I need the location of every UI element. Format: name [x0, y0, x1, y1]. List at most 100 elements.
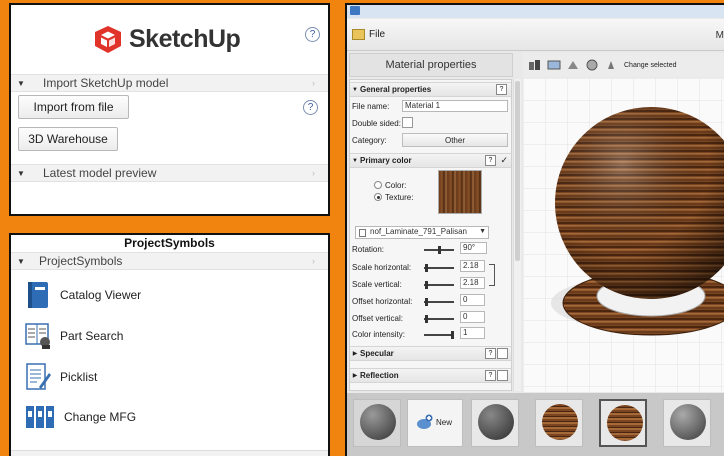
texture-file-name: nof_Laminate_791_Palisan — [370, 227, 467, 236]
section-latest-model-preview[interactable]: ▼ Latest model preview › — [11, 164, 328, 182]
help-icon[interactable]: ? — [496, 84, 507, 95]
file-menu[interactable]: File — [352, 29, 385, 40]
section-label: ProjectSymbols — [39, 254, 123, 268]
help-icon[interactable]: ? — [305, 27, 320, 42]
slider-knob[interactable] — [425, 264, 428, 272]
new-material-button[interactable]: New — [407, 399, 463, 447]
category-button[interactable]: Other — [402, 133, 508, 147]
scale-vertical-label: Scale vertical: — [352, 280, 402, 289]
link-scale-icon[interactable] — [489, 264, 495, 286]
slider-knob[interactable] — [438, 246, 441, 254]
collapse-triangle-icon: ▼ — [17, 78, 25, 88]
material-thumbnail[interactable] — [353, 399, 401, 447]
color-radio[interactable] — [374, 181, 382, 189]
offset-horizontal-label: Offset horizontal: — [352, 297, 413, 306]
double-sided-checkbox[interactable] — [402, 117, 413, 128]
import-from-file-button[interactable]: Import from file — [18, 95, 129, 119]
next-section-row[interactable] — [11, 450, 328, 456]
help-icon[interactable]: ? — [485, 370, 496, 381]
panel-title: ProjectSymbols — [124, 236, 215, 250]
import-help-icon[interactable]: ? — [303, 100, 318, 115]
file-icon — [359, 229, 366, 237]
scale-vertical-field[interactable]: 2.18 — [460, 277, 485, 289]
texture-swatch[interactable] — [438, 170, 482, 214]
material-thumbnail[interactable] — [535, 399, 583, 447]
slider-knob[interactable] — [425, 298, 428, 306]
part-search-item[interactable]: Part Search — [25, 322, 123, 350]
picklist-item[interactable]: Picklist — [25, 363, 97, 391]
material-thumbnail-selected[interactable] — [599, 399, 647, 447]
offset-horizontal-slider[interactable] — [424, 298, 454, 306]
chevron-right-icon: › — [312, 168, 315, 178]
expand-triangle-icon: ▶ — [352, 351, 358, 357]
scrollbar-thumb[interactable] — [515, 81, 520, 261]
window-titlebar — [347, 5, 724, 18]
texture-option-label: Texture: — [385, 193, 414, 202]
help-icon[interactable]: ? — [485, 155, 496, 166]
material-thumbnail[interactable] — [663, 399, 711, 447]
item-label: Catalog Viewer — [60, 288, 142, 302]
rotation-slider[interactable] — [424, 246, 454, 254]
app-icon — [350, 6, 360, 15]
rotation-label: Rotation: — [352, 245, 385, 254]
sphere-icon[interactable] — [585, 59, 599, 71]
catalog-viewer-item[interactable]: Catalog Viewer — [25, 281, 141, 309]
scale-horizontal-field[interactable]: 2.18 — [460, 260, 485, 272]
picklist-icon — [25, 363, 51, 391]
item-label: Picklist — [60, 370, 98, 384]
texture-file-dropdown[interactable]: nof_Laminate_791_Palisan ▼ — [355, 226, 489, 239]
offset-horizontal-field[interactable]: 0 — [460, 294, 485, 306]
reflection-checkbox[interactable] — [497, 370, 508, 381]
file-menu-label: File — [369, 29, 386, 40]
scale-vertical-slider[interactable] — [424, 281, 454, 289]
sketchup-panel: SketchUp ? ▼ Import SketchUp model › Imp… — [9, 3, 330, 216]
material-properties-header: Material properties — [349, 53, 513, 77]
rotation-field[interactable]: 90° — [460, 242, 487, 254]
slider-knob[interactable] — [425, 315, 428, 323]
3d-warehouse-button[interactable]: 3D Warehouse — [18, 127, 118, 151]
plane-icon[interactable] — [547, 59, 561, 71]
change-selected-label[interactable]: Change selected — [624, 62, 677, 69]
specular-header[interactable]: ▶ Specular ? — [350, 346, 511, 361]
specular-checkbox[interactable] — [497, 348, 508, 359]
offset-vertical-field[interactable]: 0 — [460, 311, 485, 323]
color-option-label: Color: — [385, 181, 407, 190]
chevron-right-icon: › — [312, 256, 315, 266]
section-label: Latest model preview — [43, 166, 157, 180]
reflection-header[interactable]: ▶ Reflection ? — [350, 368, 511, 383]
part-search-icon — [25, 322, 51, 350]
change-mfg-item[interactable]: Change MFG — [25, 403, 136, 431]
scale-horizontal-label: Scale horizontal: — [352, 263, 412, 272]
shape-icon[interactable] — [566, 59, 580, 71]
general-properties-header[interactable]: ▼ General properties ? — [350, 82, 511, 97]
project-symbols-panel: ProjectSymbols ▼ ProjectSymbols › Catalo… — [9, 233, 330, 456]
section-project-symbols[interactable]: ▼ ProjectSymbols › — [11, 252, 328, 270]
texture-radio[interactable] — [374, 193, 382, 201]
scene-icon[interactable] — [528, 59, 542, 71]
slider-knob[interactable] — [451, 331, 454, 339]
chevron-right-icon: › — [312, 78, 315, 88]
offset-vertical-label: Offset vertical: — [352, 314, 403, 323]
menu-bar: File M — [347, 19, 724, 51]
brand-wordmark: SketchUp — [129, 25, 241, 53]
material-preview-viewport[interactable] — [523, 78, 724, 392]
color-intensity-slider[interactable] — [424, 331, 454, 339]
material-thumbnail[interactable] — [471, 399, 519, 447]
check-icon[interactable]: ✓ — [500, 155, 508, 166]
section-import-sketchup-model[interactable]: ▼ Import SketchUp model › — [11, 74, 328, 92]
light-icon[interactable] — [604, 59, 618, 71]
collapse-triangle-icon: ▼ — [352, 157, 358, 164]
item-label: Change MFG — [64, 410, 137, 424]
primary-color-header[interactable]: ▼ Primary color ? ✓ — [350, 153, 511, 168]
material-thumbnail-bar: New — [347, 393, 724, 456]
help-icon[interactable]: ? — [485, 348, 496, 359]
color-intensity-field[interactable]: 1 — [460, 327, 485, 339]
thumbnail-sphere — [670, 404, 706, 440]
file-name-field[interactable]: Material 1 — [402, 100, 508, 112]
scale-horizontal-slider[interactable] — [424, 264, 454, 272]
offset-vertical-slider[interactable] — [424, 315, 454, 323]
group-title: Primary color — [360, 156, 412, 165]
book-icon — [25, 281, 51, 309]
slider-knob[interactable] — [425, 281, 428, 289]
properties-scrollbar[interactable] — [513, 79, 521, 391]
